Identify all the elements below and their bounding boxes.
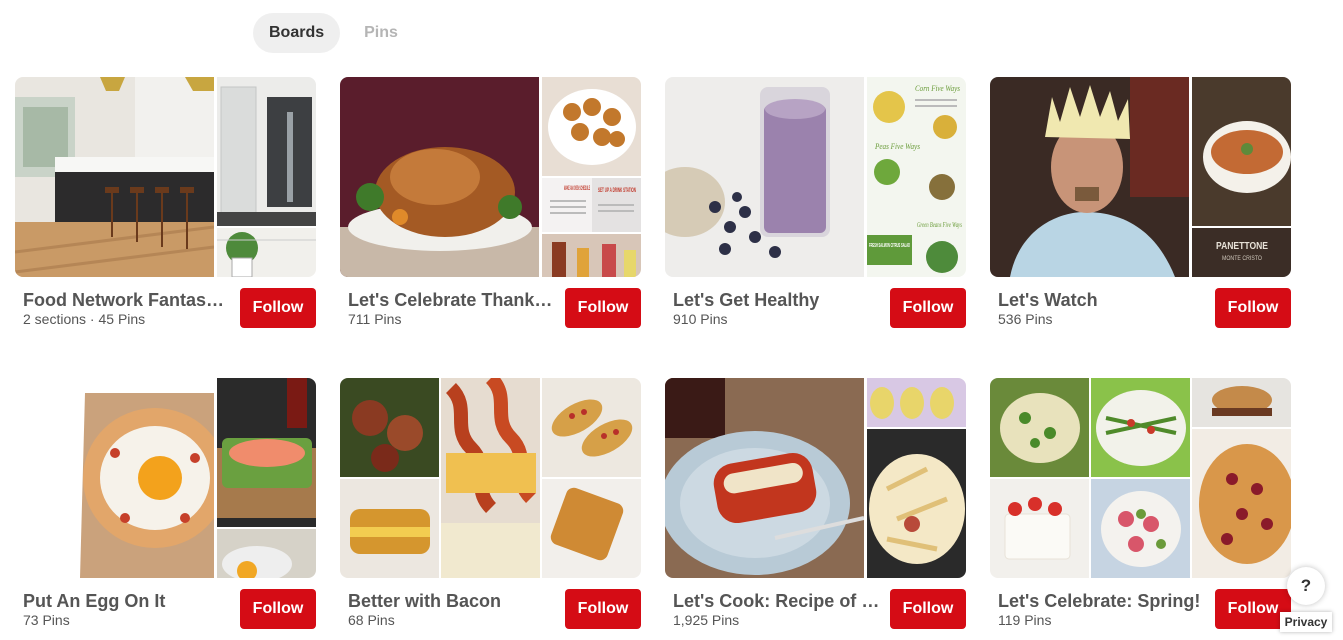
board-card[interactable]: MAKE AN OVEN SCHEDULE SET UP A DRINK STA… [340,77,641,328]
board-title[interactable]: Food Network Fantasy ... [23,289,233,311]
board-pin-tabs: Boards Pins [253,13,414,53]
tab-boards[interactable]: Boards [253,13,341,53]
radish-salad-photo [1091,479,1190,578]
soup-bowl-photo [1192,77,1291,226]
board-pin-count: 119 Pins [998,612,1052,628]
green-beans-five-ways-text: Green Beans Five Ways [917,221,962,229]
white-cabinets-photo [217,77,316,226]
board-title[interactable]: Let's Celebrate Thanks... [348,289,558,311]
drinks-photo [542,234,641,277]
board-cover-collage[interactable]: PANETTONE MONTE CRISTO [990,77,1291,277]
board-pin-count: 1,925 Pins [673,612,740,628]
monte-cristo-text: MONTE CRISTO [1222,256,1262,262]
privacy-link[interactable]: Privacy [1280,612,1332,632]
board-cover-collage[interactable]: MAKE AN OVEN SCHEDULE SET UP A DRINK STA… [340,77,641,277]
egg-sandwich-photo [217,529,316,578]
thanksgiving-tips-graphic: MAKE AN OVEN SCHEDULE SET UP A DRINK STA… [542,178,641,232]
salmon-salad-text: FRESH SALMON CITRUS SALAD [869,243,910,249]
strawberry-cake-photo [990,479,1089,578]
board-card[interactable]: Food Network Fantasy ... 2 sections · 45… [15,77,316,328]
drink-station-tip: SET UP A DRINK STATION [598,188,636,194]
bacon-sandwich-photo [441,378,540,578]
board-title[interactable]: Put An Egg On It [23,590,233,612]
follow-button[interactable]: Follow [565,589,641,629]
board-pin-count: 68 Pins [348,612,395,628]
board-title[interactable]: Let's Cook: Recipe of th... [673,590,883,612]
toasted-sandwich-photo [542,479,641,578]
follow-button[interactable]: Follow [240,288,316,328]
panettone-photo: PANETTONE MONTE CRISTO [1192,228,1291,277]
board-card[interactable]: Put An Egg On It 73 Pins Follow [15,378,316,629]
tab-pins[interactable]: Pins [348,13,414,53]
oven-schedule-tip: MAKE AN OVEN SCHEDULE [564,186,590,192]
board-pin-count: 2 sections · 45 Pins [23,311,146,327]
herbs-shelf-photo [217,228,316,277]
egg-pizza-photo [15,378,214,578]
board-title[interactable]: Let's Watch [998,289,1208,311]
board-cover-collage[interactable] [665,378,966,578]
board-card[interactable]: Let's Cook: Recipe of th... 1,925 Pins F… [665,378,966,629]
board-cover-collage[interactable]: Corn Five Ways Peas Five Ways Green Bean… [665,77,966,277]
board-title[interactable]: Better with Bacon [348,590,558,612]
corn-five-ways-text: Corn Five Ways [915,84,960,93]
chef-portrait-photo [990,77,1189,277]
deviled-eggs-photo [867,378,966,427]
board-card[interactable]: Corn Five Ways Peas Five Ways Green Bean… [665,77,966,328]
kitchen-island-photo [15,77,214,277]
five-ways-infographic: Corn Five Ways Peas Five Ways Green Bean… [867,77,966,277]
grilled-cheese-photo [340,479,439,578]
pasta-salad-photo [990,378,1089,477]
follow-button[interactable]: Follow [240,589,316,629]
salmon-toast-photo [217,378,316,527]
board-pin-count: 910 Pins [673,311,728,327]
help-button[interactable]: ? [1287,567,1325,605]
blueberry-smoothie-photo [665,77,864,277]
board-pin-count: 73 Pins [23,612,70,628]
board-pin-count: 536 Pins [998,311,1053,327]
board-cover-collage[interactable] [990,378,1291,578]
follow-button[interactable]: Follow [890,288,966,328]
cannelloni-photo [665,378,864,578]
board-cover-collage[interactable] [15,77,316,277]
bacon-bites-photo [340,378,439,477]
roast-turkey-photo [340,77,539,277]
burger-photo [1192,378,1291,427]
follow-button[interactable]: Follow [565,288,641,328]
peas-five-ways-text: Peas Five Ways [874,142,920,151]
board-title[interactable]: Let's Celebrate: Spring! [998,590,1208,612]
berry-tart-photo [1192,429,1291,578]
roasted-potatoes-photo [542,77,641,176]
follow-button[interactable]: Follow [1215,288,1291,328]
board-card[interactable]: PANETTONE MONTE CRISTO Let's Watch 536 P… [990,77,1291,328]
board-title[interactable]: Let's Get Healthy [673,289,883,311]
board-card[interactable]: Let's Celebrate: Spring! 119 Pins Follow [990,378,1291,629]
panettone-text: PANETTONE [1216,241,1268,252]
board-cover-collage[interactable] [340,378,641,578]
board-pin-count: 711 Pins [348,311,402,327]
bacon-potatoes-photo [542,378,641,477]
follow-button[interactable]: Follow [890,589,966,629]
asparagus-salad-photo [1091,378,1190,477]
board-card[interactable]: Better with Bacon 68 Pins Follow [340,378,641,629]
penne-bake-photo [867,429,966,578]
board-cover-collage[interactable] [15,378,316,578]
